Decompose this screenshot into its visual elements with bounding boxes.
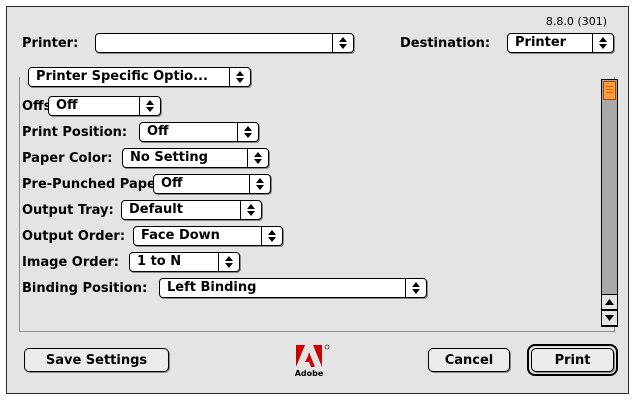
image-order-popup[interactable]: 1 to N xyxy=(129,252,240,272)
print-position-popup[interactable]: Off xyxy=(139,122,259,142)
popup-arrows-icon xyxy=(229,68,250,86)
popup-arrows-icon xyxy=(240,201,261,219)
option-label-print-position: Print Position: xyxy=(22,125,128,140)
popup-arrows-icon xyxy=(405,279,426,297)
cancel-button[interactable]: Cancel xyxy=(428,348,510,372)
option-label-binding-position: Binding Position: xyxy=(22,281,148,296)
binding-position-popup-value: Left Binding xyxy=(167,280,257,295)
paper-color-popup-value: No Setting xyxy=(130,150,208,165)
option-label-output-tray: Output Tray: xyxy=(22,203,114,218)
output-order-popup[interactable]: Face Down xyxy=(133,226,283,246)
panel-select-value: Printer Specific Optio... xyxy=(36,69,208,84)
arrow-down-icon xyxy=(605,315,614,321)
option-label-image-order: Image Order: xyxy=(22,255,119,270)
popup-arrows-icon xyxy=(247,149,268,167)
option-label-paper-color: Paper Color: xyxy=(22,151,113,166)
print-dialog: 8.8.0 (301) Printer: Destination: Printe… xyxy=(6,6,629,394)
arrow-up-icon xyxy=(605,299,614,305)
popup-arrows-icon xyxy=(592,34,613,52)
printer-popup[interactable] xyxy=(95,33,354,53)
option-label-output-order: Output Order: xyxy=(22,229,126,244)
output-order-popup-value: Face Down xyxy=(141,228,220,243)
offset-popup[interactable]: Off xyxy=(48,96,161,116)
scroll-down-button[interactable] xyxy=(601,310,618,326)
image-order-popup-value: 1 to N xyxy=(137,254,182,269)
print-position-popup-value: Off xyxy=(147,124,169,139)
popup-arrows-icon xyxy=(139,97,160,115)
options-scrollbar[interactable] xyxy=(601,79,618,327)
pre-punched-paper-popup[interactable]: Off xyxy=(153,174,271,194)
printer-label: Printer: xyxy=(22,36,79,51)
popup-arrows-icon xyxy=(237,123,258,141)
destination-popup[interactable]: Printer xyxy=(507,33,614,53)
destination-label: Destination: xyxy=(400,36,491,51)
output-tray-popup[interactable]: Default xyxy=(121,200,262,220)
adobe-logo-text: Adobe xyxy=(294,369,324,378)
scrollbar-thumb[interactable] xyxy=(603,81,616,100)
offset-popup-value: Off xyxy=(56,98,78,113)
paper-color-popup[interactable]: No Setting xyxy=(122,148,269,168)
print-button[interactable]: Print xyxy=(531,348,614,372)
destination-popup-value: Printer xyxy=(515,35,567,50)
version-label: 8.8.0 (301) xyxy=(545,15,607,28)
popup-arrows-icon xyxy=(332,34,353,52)
pre-punched-paper-popup-value: Off xyxy=(161,176,183,191)
binding-position-popup[interactable]: Left Binding xyxy=(159,278,427,298)
save-settings-button[interactable]: Save Settings xyxy=(24,348,169,372)
scroll-up-button[interactable] xyxy=(601,294,618,310)
popup-arrows-icon xyxy=(249,175,270,193)
output-tray-popup-value: Default xyxy=(129,202,183,217)
popup-arrows-icon xyxy=(218,253,239,271)
popup-arrows-icon xyxy=(261,227,282,245)
option-label-pre-punched-paper: Pre-Punched Paper: xyxy=(22,177,168,192)
panel-select-popup[interactable]: Printer Specific Optio... xyxy=(28,67,251,87)
